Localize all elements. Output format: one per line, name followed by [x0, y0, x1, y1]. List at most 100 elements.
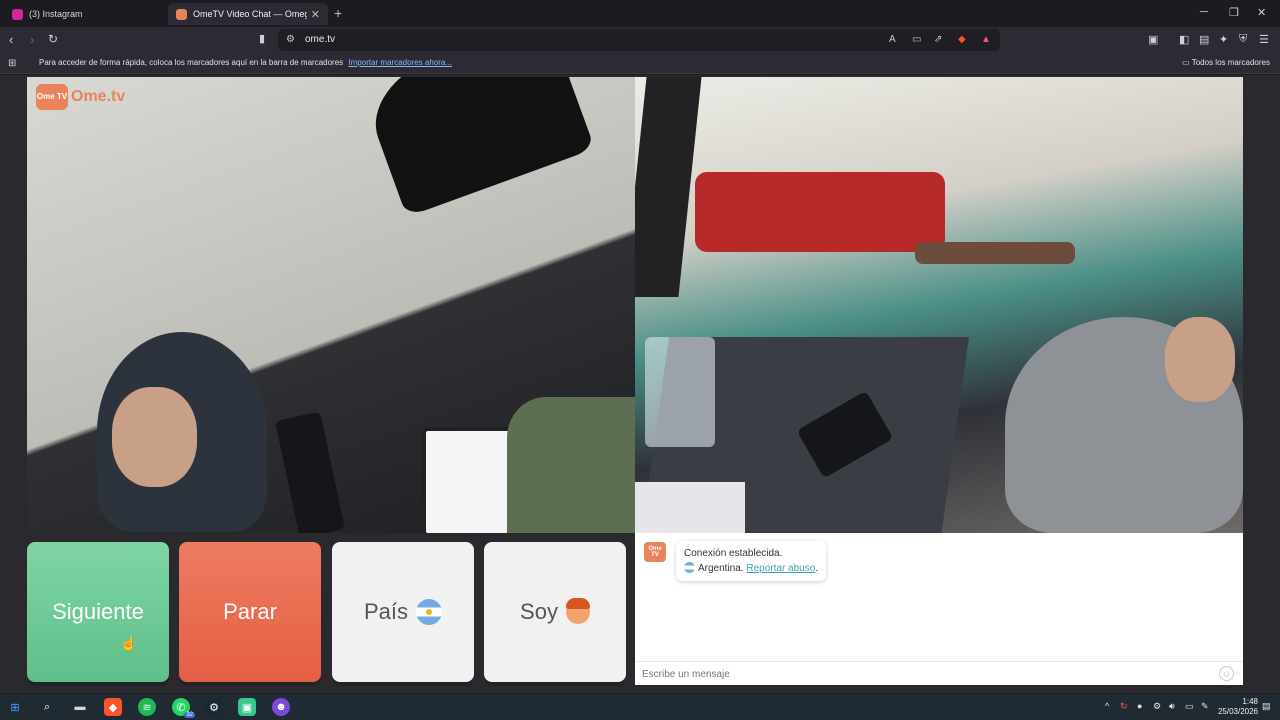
- spotify-icon[interactable]: ≋: [138, 698, 156, 716]
- tray-steam-icon[interactable]: ⚙: [1153, 701, 1161, 712]
- forward-icon[interactable]: ›: [30, 32, 34, 47]
- reload-icon[interactable]: ↻: [48, 32, 58, 46]
- bookmarks-message: Para acceder de forma rápida, coloca los…: [39, 58, 344, 67]
- brave-browser-icon[interactable]: ◆: [104, 698, 122, 716]
- message-input[interactable]: [642, 666, 1202, 682]
- brave-shields-icon[interactable]: ◆: [958, 34, 966, 45]
- ometv-page: Ome TV Ome.tv Siguiente Parar País Soy O…: [0, 75, 1280, 693]
- leo-ai-icon[interactable]: ✦: [1219, 33, 1228, 46]
- country-line: Argentina. Reportar abuso.: [684, 561, 818, 576]
- wallet-icon[interactable]: ▤: [1199, 33, 1209, 46]
- windows-taskbar: ⊞ ⌕ ▬ ◆ ≋ ✆ 32 ⚙ ▣ ☻ ^ ↻ ● ⚙ 🔊︎ ▭ ✎ 1:48…: [0, 694, 1280, 720]
- system-message: Conexión establecida. Argentina. Reporta…: [676, 541, 827, 581]
- navigation-bar: ‹ › ↻ ▮ ⚙ ome.tv A ▭ ⇗ ◆ ▲ ▣ ◧ ▤ ✦ ⛨ ☰: [0, 27, 1280, 53]
- volume-icon[interactable]: 🔊︎: [1169, 701, 1175, 712]
- steam-icon[interactable]: ⚙: [205, 698, 223, 716]
- stranger-country: Argentina.: [698, 563, 744, 574]
- vpn-icon[interactable]: ⛨: [1239, 33, 1247, 46]
- all-bookmarks-label: Todos los marcadores: [1191, 58, 1270, 67]
- translate-icon[interactable]: A: [889, 34, 896, 45]
- logo-text: Ome.tv: [71, 88, 126, 105]
- hand-cursor-icon: ☝: [120, 635, 138, 651]
- next-label: Siguiente: [52, 599, 144, 624]
- notifications-icon[interactable]: ▤: [1262, 701, 1271, 712]
- logo-badge: Ome TV: [36, 84, 68, 110]
- camouflage-sleeve: [507, 397, 635, 533]
- instagram-icon: [12, 8, 23, 20]
- pen-icon[interactable]: ✎: [1201, 701, 1209, 712]
- tray-overflow-icon[interactable]: ^: [1105, 701, 1109, 711]
- chat-panel: Ome TV Conexión establecida. Argentina. …: [635, 533, 1243, 685]
- back-icon[interactable]: ‹: [9, 32, 13, 47]
- windows-start-icon[interactable]: ⊞: [6, 698, 24, 716]
- next-button[interactable]: Siguiente: [27, 542, 169, 682]
- self-video: [635, 77, 1243, 533]
- tab-bar: (3) Instagram OmeTV Video Chat — Omeg ✕ …: [0, 0, 1280, 27]
- site-settings-icon[interactable]: ⚙: [286, 34, 295, 45]
- emoji-icon[interactable]: ☺: [1219, 666, 1234, 681]
- glass-cup: [645, 337, 715, 447]
- keyboard-shape: [635, 482, 745, 533]
- gender-button[interactable]: Soy: [484, 542, 626, 682]
- discord-icon[interactable]: ☻: [272, 698, 290, 716]
- argentina-flag-icon: [416, 599, 443, 625]
- bookmarks-hint: Para acceder de forma rápida, coloca los…: [39, 58, 452, 67]
- bookmark-icon[interactable]: ▮: [259, 32, 265, 45]
- clock-time: 1:48: [1242, 697, 1258, 706]
- media-icon[interactable]: ▣: [1148, 33, 1158, 46]
- display-icon[interactable]: ▭: [1185, 701, 1194, 712]
- ometv-logo: Ome TV Ome.tv: [36, 84, 125, 110]
- close-tab-icon[interactable]: ✕: [311, 8, 320, 21]
- clock-date: 25/03/2026: [1217, 707, 1258, 716]
- minimize-icon[interactable]: ─: [1200, 6, 1208, 18]
- restore-icon[interactable]: ❐: [1229, 6, 1239, 19]
- stranger-video: [27, 77, 635, 533]
- ometv-favicon-icon: [176, 8, 187, 20]
- tray-app-icon[interactable]: ↻: [1120, 701, 1128, 712]
- whatsapp-unread-badge: 32: [184, 712, 195, 718]
- all-bookmarks-button[interactable]: ▭ Todos los marcadores: [1182, 58, 1270, 67]
- shelf: [915, 242, 1075, 264]
- close-window-icon[interactable]: ✕: [1257, 6, 1266, 19]
- report-abuse-link[interactable]: Reportar abuso: [746, 563, 815, 574]
- tab-label: OmeTV Video Chat — Omeg: [193, 9, 307, 19]
- stop-label: Parar: [223, 599, 277, 624]
- new-tab-button[interactable]: +: [334, 5, 342, 21]
- person-face: [1165, 317, 1235, 402]
- bookmarks-bar: ⊞ Para acceder de forma rápida, coloca l…: [0, 53, 1280, 74]
- menu-icon[interactable]: ☰: [1259, 33, 1269, 46]
- url-text[interactable]: ome.tv: [305, 34, 335, 45]
- person-face: [112, 387, 197, 487]
- tab-instagram[interactable]: (3) Instagram: [4, 3, 164, 25]
- search-icon[interactable]: ⌕: [38, 698, 56, 716]
- ometv-chat-logo-icon: Ome TV: [644, 542, 666, 562]
- folder-icon: ▭: [1182, 58, 1190, 67]
- boy-avatar-icon: [565, 598, 590, 624]
- tab-ometv[interactable]: OmeTV Video Chat — Omeg ✕: [168, 3, 328, 25]
- monitor-shape: [635, 77, 702, 297]
- cast-icon[interactable]: ▭: [912, 34, 921, 45]
- tray-app-icon-2[interactable]: ●: [1137, 701, 1142, 711]
- brave-rewards-icon[interactable]: ▲: [981, 34, 991, 45]
- sidebar-icon[interactable]: ◧: [1179, 33, 1189, 46]
- address-bar[interactable]: ⚙ ome.tv A ▭ ⇗ ◆ ▲: [278, 29, 1000, 51]
- bed-blanket: [695, 172, 945, 252]
- import-bookmarks-link[interactable]: Importar marcadores ahora...: [348, 58, 452, 67]
- share-icon[interactable]: ⇗: [934, 34, 942, 45]
- cap-shape: [359, 77, 595, 217]
- stop-button[interactable]: Parar: [179, 542, 321, 682]
- connection-status: Conexión establecida.: [684, 548, 783, 559]
- argentina-flag-icon: [684, 562, 695, 573]
- task-view-icon[interactable]: ▬: [71, 698, 89, 716]
- tab-label: (3) Instagram: [29, 9, 83, 19]
- country-button[interactable]: País: [332, 542, 474, 682]
- gender-label: Soy: [520, 599, 558, 624]
- app-icon[interactable]: ▣: [238, 698, 256, 716]
- whatsapp-icon[interactable]: ✆ 32: [172, 698, 195, 718]
- report-suffix: .: [815, 563, 819, 574]
- apps-grid-icon[interactable]: ⊞: [8, 58, 16, 69]
- cordless-phone: [275, 411, 345, 533]
- country-label: País: [363, 599, 409, 624]
- message-input-bar: ☺: [635, 661, 1243, 685]
- system-clock[interactable]: 1:48 25/03/2026: [1218, 697, 1258, 717]
